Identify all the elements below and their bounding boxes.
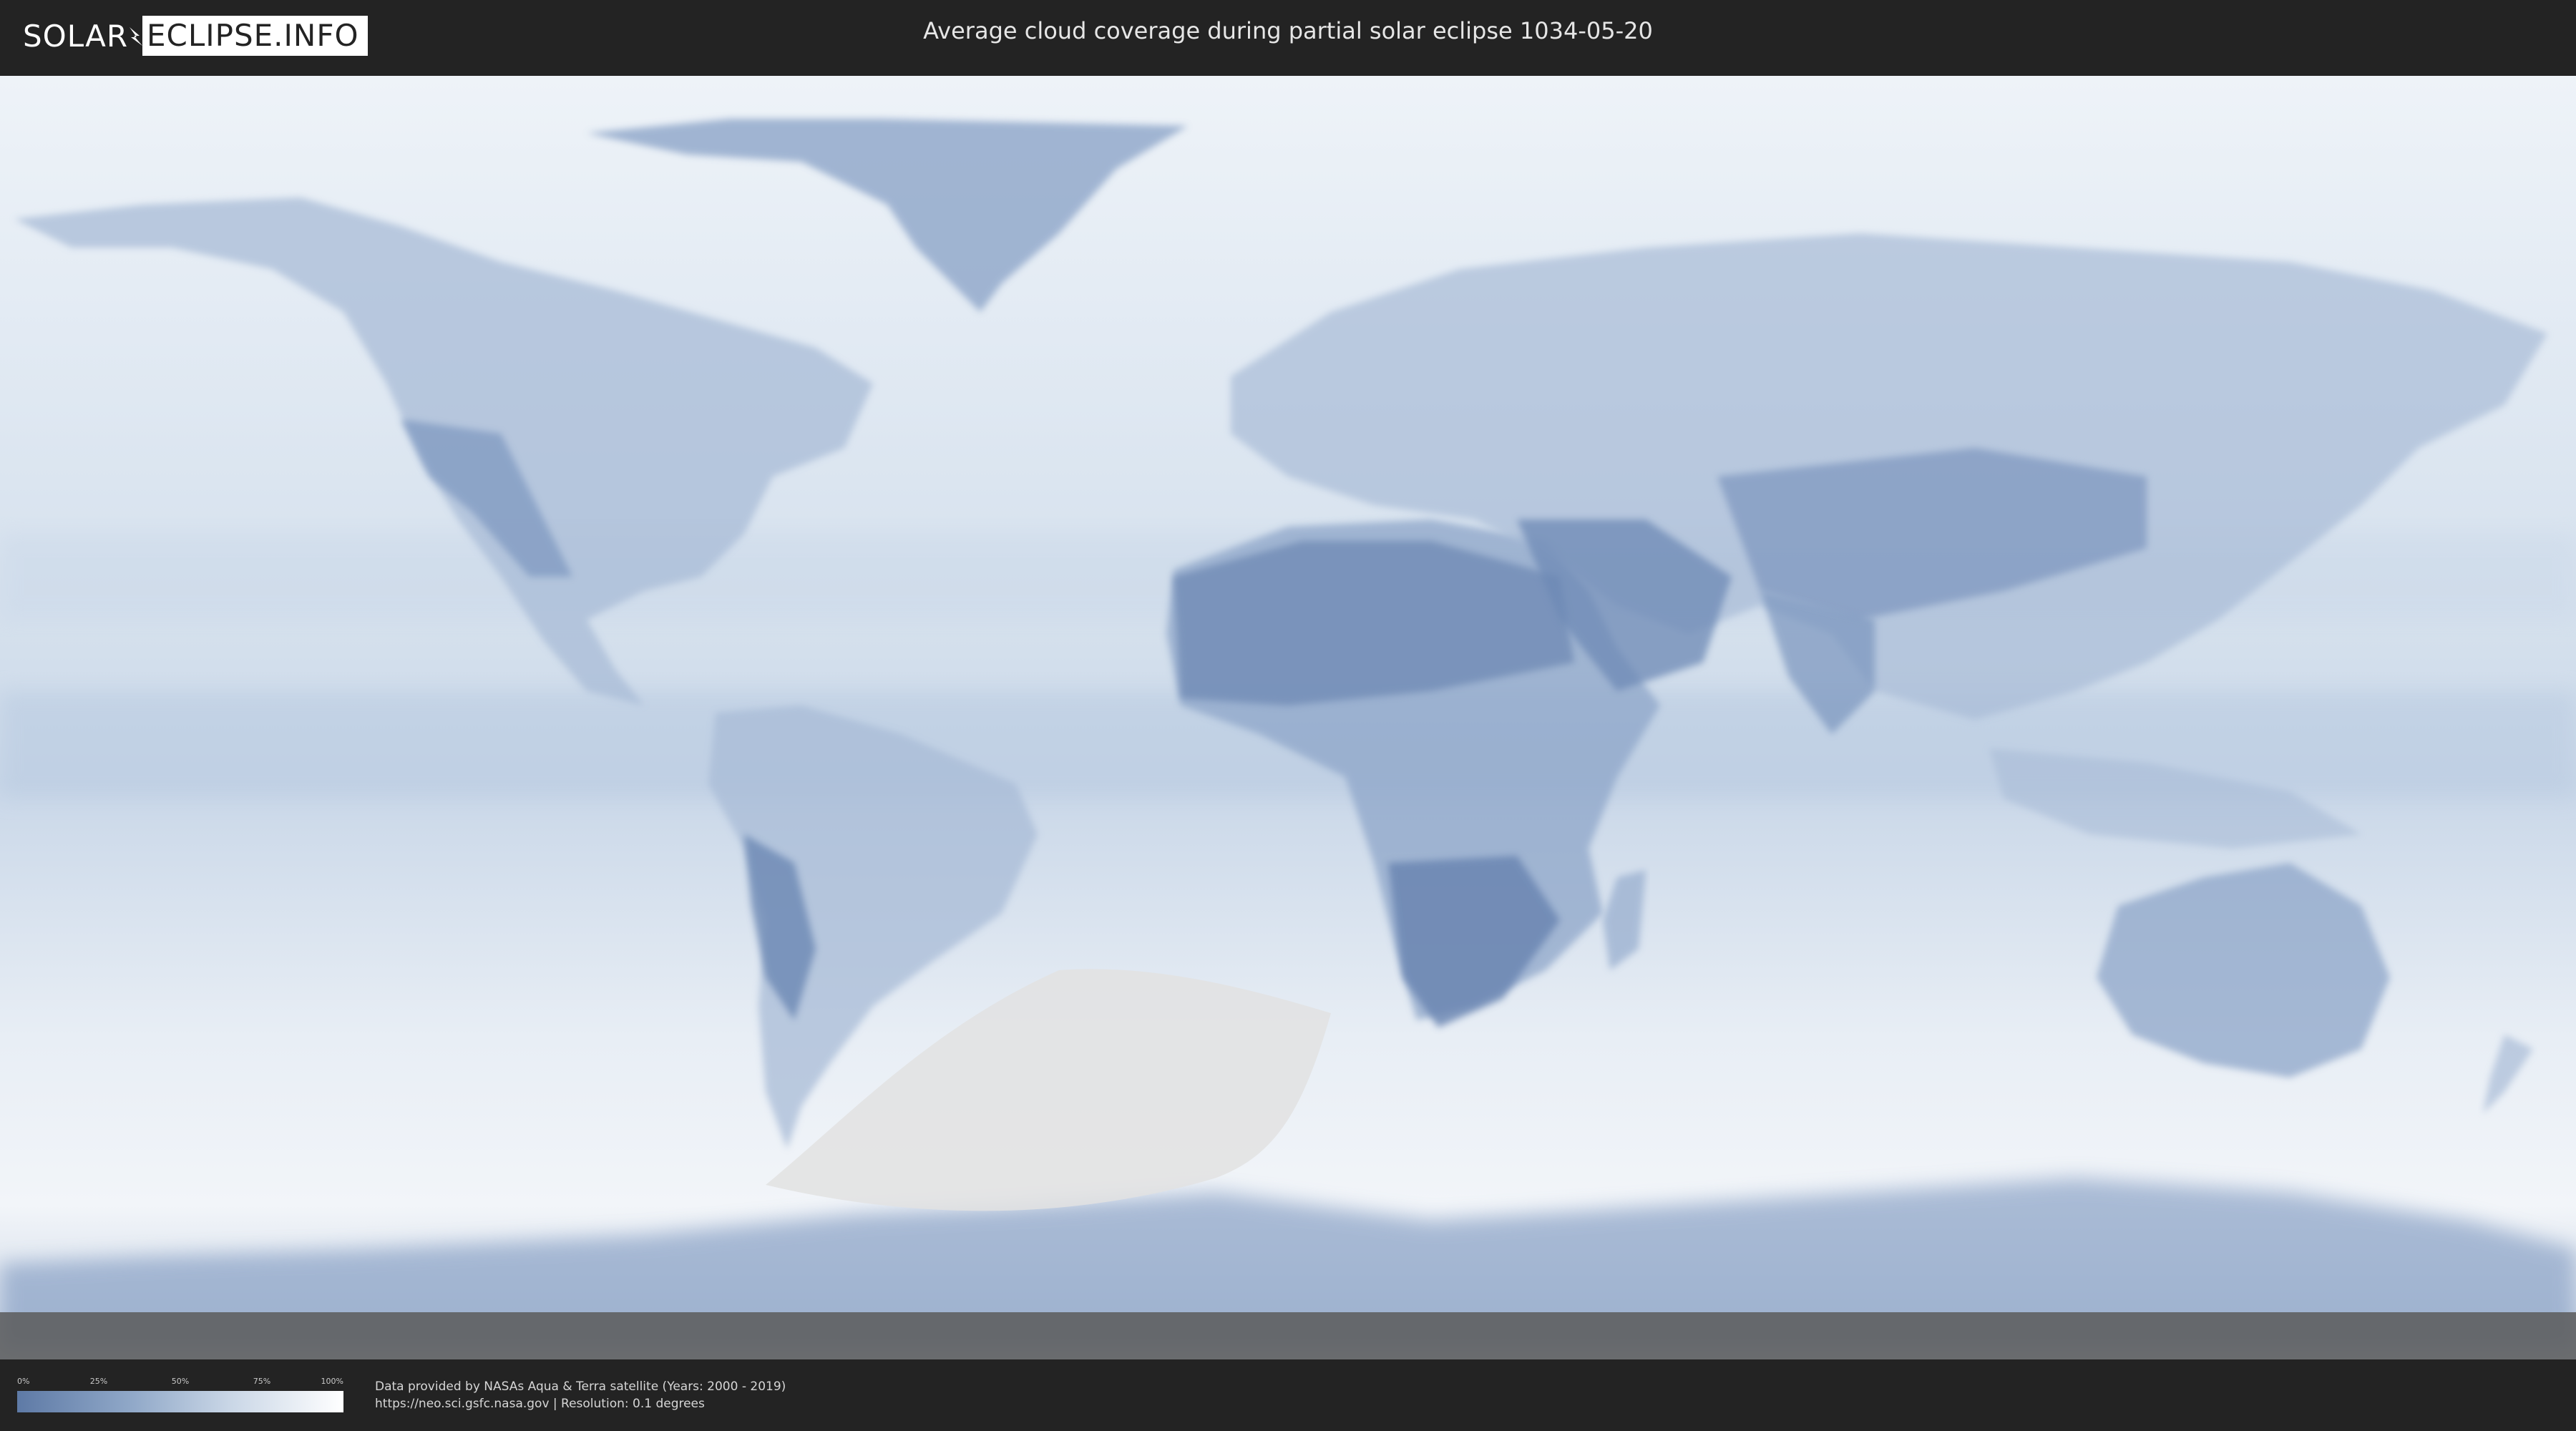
legend-color-bar bbox=[17, 1391, 343, 1412]
legend-tick-100: 100% bbox=[321, 1377, 343, 1386]
credits-line-2[interactable]: https://neo.sci.gsfc.nasa.gov | Resoluti… bbox=[375, 1395, 786, 1412]
legend-tick-0: 0% bbox=[17, 1377, 30, 1386]
map-bottom-edge bbox=[0, 1312, 2576, 1359]
map-canvas bbox=[0, 76, 2576, 1359]
cloud-coverage-legend: 0% 25% 50% 75% 100% bbox=[17, 1377, 343, 1414]
legend-tick-50: 50% bbox=[171, 1377, 190, 1386]
legend-tick-25: 25% bbox=[89, 1377, 108, 1386]
credits-line-1: Data provided by NASAs Aqua & Terra sate… bbox=[375, 1379, 786, 1394]
legend-ticks: 0% 25% 50% 75% 100% bbox=[17, 1377, 343, 1388]
header-bar: SOLAR ECLIPSE.INFO Average cloud coverag… bbox=[0, 0, 2576, 70]
legend-tick-75: 75% bbox=[253, 1377, 271, 1386]
data-credits: Data provided by NASAs Aqua & Terra sate… bbox=[375, 1378, 786, 1412]
cloud-coverage-map[interactable] bbox=[0, 76, 2576, 1359]
page-title: Average cloud coverage during partial so… bbox=[923, 17, 1653, 44]
